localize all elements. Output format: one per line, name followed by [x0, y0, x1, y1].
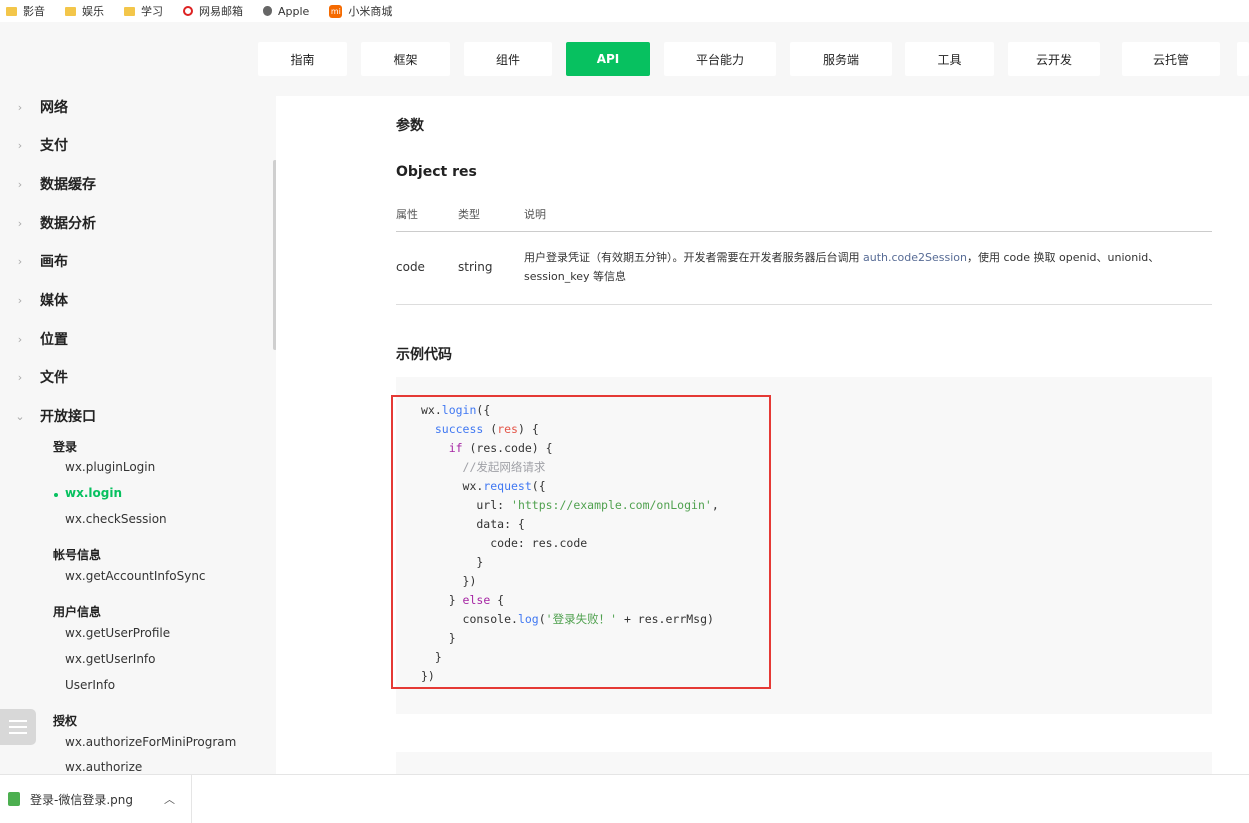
tab-7[interactable]: 云开发: [1008, 42, 1100, 76]
sidebar-category[interactable]: ⌄ 开放接口: [0, 401, 96, 431]
chevron-right-icon: ›: [17, 254, 23, 268]
sidebar: › 网络 › 支付 › 数据缓存 › 数据分析 › 画布 › 媒体 › 位置 › 文件 ⌄ 开放接口 登录 wx.pl…: [0, 96, 276, 774]
sidebar-category[interactable]: › 媒体: [0, 285, 68, 315]
netease-icon: [183, 6, 193, 16]
tab-3[interactable]: API: [566, 42, 650, 76]
sidebar-category[interactable]: › 数据缓存: [0, 169, 96, 199]
table-cell-name: code: [396, 260, 425, 274]
bookmark-label: 小米商城: [348, 5, 393, 18]
tab-5[interactable]: 服务端: [790, 42, 892, 76]
table-header-line: [396, 231, 1212, 232]
chevron-down-icon: ⌄: [15, 409, 25, 423]
table-cell-type: string: [458, 260, 493, 274]
top-nav: 指南 框架 组件 API 平台能力 服务端 工具 云开发 云托管: [0, 22, 1249, 96]
desc-text: 用户登录凭证（有效期五分钟）。开发者需要在开发者服务器后台调用: [524, 251, 863, 264]
tab-6[interactable]: 工具: [905, 42, 994, 76]
bookmark-item[interactable]: 影音: [6, 3, 45, 19]
sidebar-category[interactable]: › 文件: [0, 362, 68, 392]
chevron-right-icon: ›: [17, 332, 23, 346]
sidebar-category[interactable]: › 画布: [0, 246, 68, 276]
chevron-right-icon: ›: [17, 370, 23, 384]
download-bar: 登录-微信登录.png ︿: [0, 774, 1249, 823]
chevron-up-icon[interactable]: ︿: [164, 791, 175, 807]
menu-icon: [9, 726, 27, 728]
table-header-name: 属性: [396, 208, 418, 221]
sidebar-group-heading: 授权: [53, 714, 78, 728]
menu-toggle-button[interactable]: [0, 709, 36, 745]
menu-icon: [9, 720, 27, 722]
sidebar-category-label: 数据缓存: [40, 177, 96, 193]
main-content: 参数 Object res 属性 类型 说明 code string 用户登录凭…: [276, 96, 1249, 782]
sidebar-category-label: 网络: [40, 100, 68, 116]
sidebar-item[interactable]: wx.authorize: [65, 760, 142, 774]
sidebar-category-label: 位置: [40, 332, 68, 348]
table-cell-desc: 用户登录凭证（有效期五分钟）。开发者需要在开发者服务器后台调用 auth.cod…: [524, 248, 1214, 286]
chevron-right-icon: ›: [17, 177, 23, 191]
sidebar-item[interactable]: UserInfo: [65, 678, 115, 692]
bookmark-item[interactable]: mi 小米商城: [329, 3, 392, 19]
bookmarks-bar: 影音 娱乐 学习 网易邮箱 Apple mi 小米商城: [0, 0, 1249, 22]
tab-overflow[interactable]: [1237, 42, 1249, 76]
folder-icon: [124, 6, 135, 16]
bookmark-label: 娱乐: [82, 5, 104, 18]
download-filename: 登录-微信登录.png: [30, 792, 133, 807]
sidebar-item[interactable]: wx.authorizeForMiniProgram: [65, 735, 236, 749]
bookmark-item[interactable]: 学习: [124, 3, 163, 19]
sidebar-category-label: 文件: [40, 370, 68, 386]
sidebar-item[interactable]: wx.pluginLogin: [65, 460, 155, 474]
sidebar-group-heading: 帐号信息: [53, 548, 102, 562]
tab-4[interactable]: 平台能力: [664, 42, 776, 76]
sidebar-group-heading: 用户信息: [53, 605, 102, 619]
bookmark-item[interactable]: 网易邮箱: [183, 3, 243, 19]
sidebar-item[interactable]: wx.login: [65, 486, 122, 500]
chevron-right-icon: ›: [17, 216, 23, 230]
bookmark-label: 网易邮箱: [199, 5, 243, 18]
table-header-type: 类型: [458, 208, 480, 221]
apple-icon: [263, 6, 272, 16]
tab-8[interactable]: 云托管: [1122, 42, 1220, 76]
auth-code2session-link[interactable]: auth.code2Session: [863, 251, 967, 264]
sidebar-category-label: 数据分析: [40, 216, 96, 232]
tab-2[interactable]: 组件: [464, 42, 552, 76]
sidebar-category-label: 开放接口: [40, 409, 96, 425]
chevron-right-icon: ›: [17, 293, 23, 307]
sidebar-group-heading: 登录: [53, 440, 78, 454]
sidebar-category[interactable]: › 位置: [0, 324, 68, 354]
sidebar-category-label: 画布: [40, 254, 68, 270]
tab-1[interactable]: 框架: [361, 42, 450, 76]
download-item[interactable]: 登录-微信登录.png ︿: [0, 775, 192, 823]
bookmark-label: Apple: [278, 4, 310, 18]
sidebar-category[interactable]: › 数据分析: [0, 208, 96, 238]
sidebar-item[interactable]: wx.checkSession: [65, 512, 167, 526]
sidebar-category[interactable]: › 支付: [0, 130, 68, 160]
folder-icon: [6, 6, 17, 16]
table-row-line: [396, 304, 1212, 305]
menu-icon: [9, 732, 27, 734]
bookmark-item[interactable]: 娱乐: [65, 3, 104, 19]
bookmark-label: 学习: [141, 5, 163, 18]
mi-icon: mi: [329, 4, 343, 18]
bookmark-label: 影音: [23, 5, 45, 18]
table-header-desc: 说明: [524, 208, 546, 221]
object-heading: Object res: [396, 164, 477, 180]
params-heading: 参数: [396, 118, 424, 134]
chevron-right-icon: ›: [17, 100, 23, 114]
active-indicator: [54, 493, 58, 497]
sidebar-item[interactable]: wx.getAccountInfoSync: [65, 569, 206, 583]
chevron-right-icon: ›: [17, 138, 23, 152]
sidebar-category-label: 支付: [40, 138, 68, 154]
sidebar-category-label: 媒体: [40, 293, 68, 309]
folder-icon: [65, 6, 76, 16]
code-content: wx.login({ success (res) { if (res.code)…: [421, 403, 719, 683]
tab-0[interactable]: 指南: [258, 42, 347, 76]
bookmark-item[interactable]: Apple: [263, 5, 309, 18]
sidebar-item[interactable]: wx.getUserProfile: [65, 626, 170, 640]
sidebar-category[interactable]: › 网络: [0, 96, 68, 122]
example-heading: 示例代码: [396, 347, 452, 363]
image-file-icon: [8, 792, 20, 806]
sidebar-item[interactable]: wx.getUserInfo: [65, 652, 156, 666]
